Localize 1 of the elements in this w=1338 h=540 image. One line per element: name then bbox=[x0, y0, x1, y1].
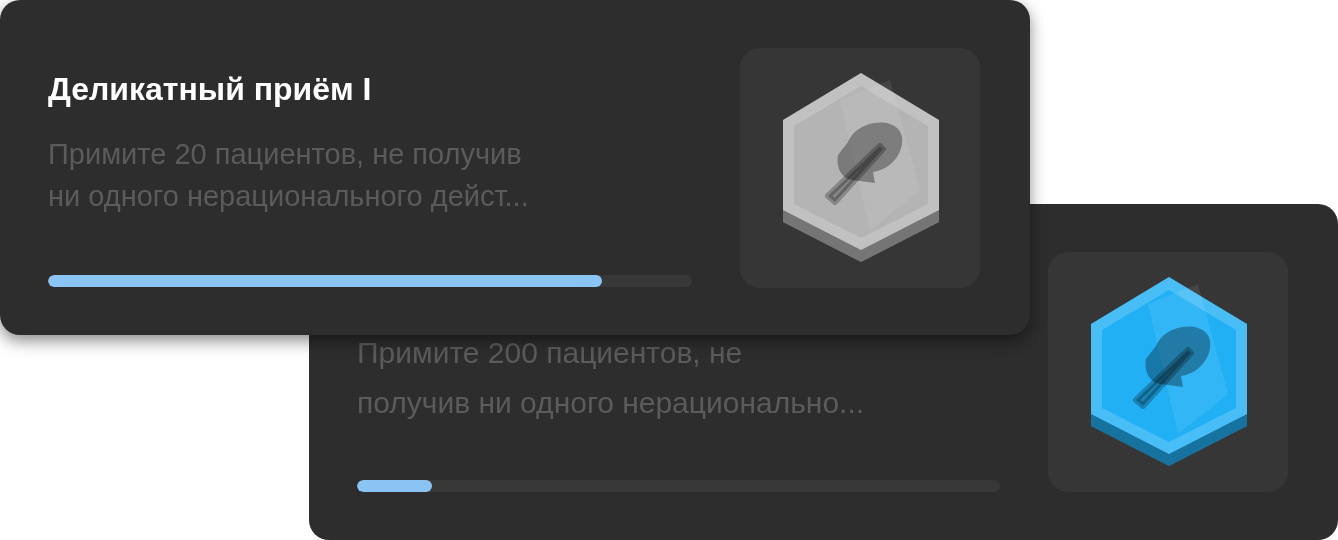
card-title: Деликатный приём I bbox=[48, 70, 373, 109]
